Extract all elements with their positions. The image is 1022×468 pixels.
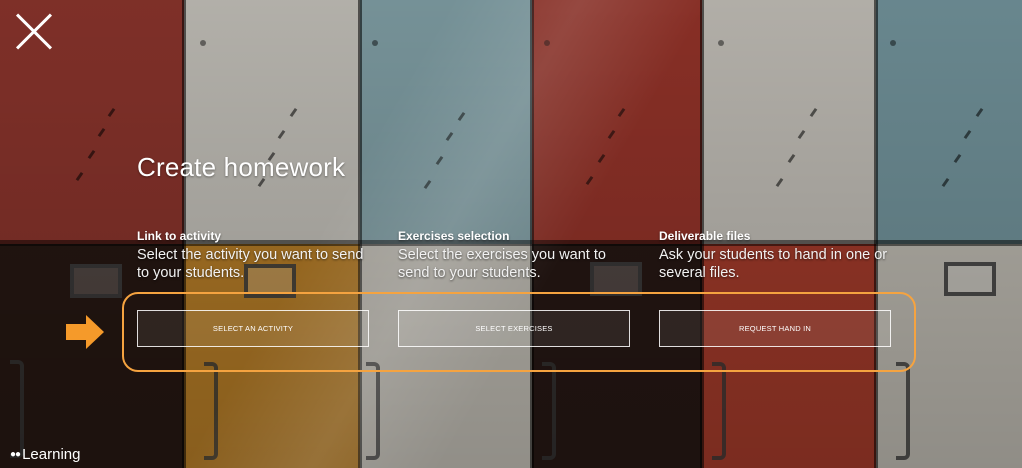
option-exercises-selection: Exercises selection Select the exercises… [398,229,638,282]
option-deliverable-files: Deliverable files Ask your students to h… [659,229,899,282]
option-heading: Exercises selection [398,229,510,243]
option-description: Select the exercises you want to send to… [398,247,606,281]
brand-logo: ●● Learning [10,446,80,463]
option-description: Ask your students to hand in one or seve… [659,247,888,281]
request-hand-in-button[interactable]: REQUEST HAND IN [659,310,891,347]
option-heading: Deliverable files [659,229,751,243]
option-link-to-activity: Link to activity Select the activity you… [137,229,377,282]
select-activity-button[interactable]: SELECT AN ACTIVITY [137,310,369,347]
arrow-right-icon [66,315,104,349]
select-exercises-button[interactable]: SELECT EXERCISES [398,310,630,347]
close-icon[interactable] [14,12,54,52]
dots-logo-icon: ●● [10,449,21,460]
brand-name: Learning [22,446,81,463]
page-title: Create homework [137,152,346,182]
option-heading: Link to activity [137,229,222,243]
option-description: Select the activity you want to send to … [137,247,364,281]
